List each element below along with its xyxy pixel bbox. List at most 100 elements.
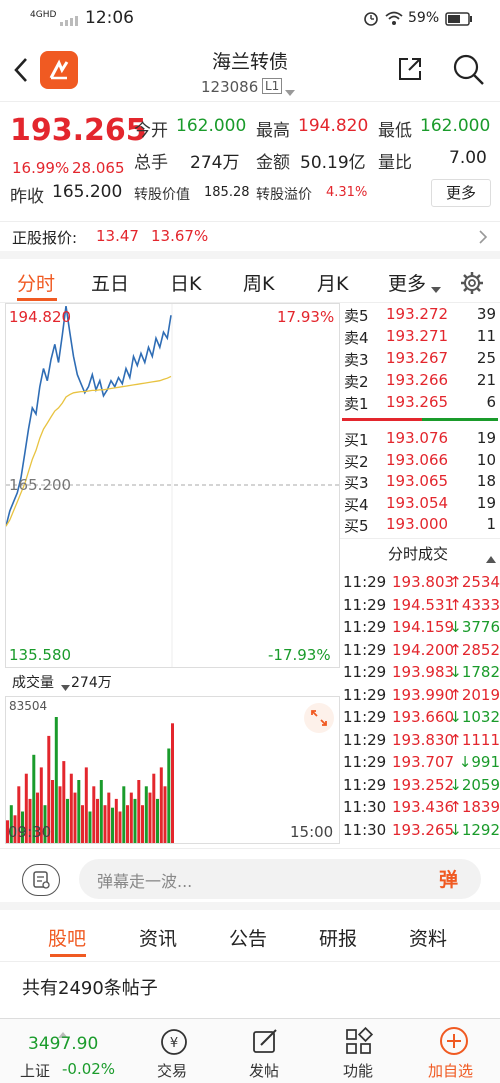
volume-bar (148, 792, 152, 843)
more-button[interactable]: 更多 (431, 179, 491, 207)
ask-qty: 6 (486, 393, 496, 411)
tick-price: 194.531 (392, 595, 455, 614)
tab-weekly-k[interactable]: 周K (243, 269, 274, 296)
volume-bar (54, 717, 58, 843)
order-book: 卖5 193.272 39 卖4 193.271 11 卖3 193.267 25 卖2 193.2… (340, 303, 500, 538)
bid-label: 买1 (344, 431, 369, 449)
volume-bar (114, 798, 118, 843)
tick-time: 11:29 (343, 595, 387, 614)
volume-bar (167, 748, 171, 843)
quote-panel: 193.265 16.99% 28.065 昨收 165.200 今开 162.… (0, 103, 500, 221)
tick-price: 193.252 (392, 775, 455, 794)
volume-total: 274万 (71, 675, 112, 691)
ask-bid-divider-green (422, 418, 498, 421)
expand-icon[interactable] (304, 703, 334, 733)
tab-daily-k[interactable]: 日K (170, 269, 201, 296)
tick-qty: ↑1839 (449, 798, 500, 816)
share-icon[interactable] (396, 55, 424, 87)
price-chart[interactable]: 194.820 17.93% 165.200 135.580 -17.93% (5, 303, 340, 668)
index-percent: -0.02% (62, 1060, 116, 1078)
chart-high-label: 194.820 (9, 308, 72, 326)
tab-underline (17, 298, 57, 301)
ask-bid-divider-red (342, 418, 422, 421)
tick-qty: ↑2852 (449, 640, 500, 659)
tab-news[interactable]: 资讯 (139, 924, 177, 951)
tick-price: 193.707 (392, 753, 455, 771)
tick-qty: ↓3776 (449, 618, 500, 636)
volume-bar (141, 805, 144, 843)
bid-label: 买4 (344, 495, 369, 514)
nav-trade[interactable]: ¥ 交易 (145, 1019, 205, 1083)
tab-monthly-k[interactable]: 月K (317, 269, 348, 296)
title-bar: 海兰转债 123086 L1 (0, 38, 500, 102)
chart-low-label: 135.580 (9, 646, 72, 664)
nav-trade-label: 交易 (157, 1062, 188, 1080)
settings-icon[interactable] (460, 271, 484, 299)
bid-label: 买5 (344, 517, 369, 535)
ask-price: 193.265 (386, 393, 449, 411)
prev-close-value: 165.200 (52, 182, 123, 202)
search-icon[interactable] (452, 53, 486, 91)
tick-qty: ↓2059 (449, 775, 500, 794)
volume-header: 成交量 274万 (5, 668, 340, 696)
volume-bar (156, 798, 159, 843)
tab-profile[interactable]: 资料 (409, 924, 447, 951)
tick-list-title[interactable]: 分时成交 (388, 543, 448, 564)
ratio-label: 量比 (378, 153, 412, 173)
volume-title[interactable]: 成交量 (12, 672, 54, 692)
bid-price: 193.000 (386, 515, 449, 533)
tick-list: 分时成交 11:29 193.803 ↑2534 11:29 194.531 ↑4333 1… (340, 538, 500, 848)
volume-bar (77, 780, 81, 843)
bid-qty: 19 (476, 493, 496, 512)
volume-chart[interactable]: 83504 (5, 696, 340, 844)
tick-time: 11:29 (343, 708, 387, 726)
nav-functions[interactable]: 功能 (330, 1019, 390, 1083)
tab-announcements[interactable]: 公告 (229, 924, 267, 951)
bid-qty: 1 (486, 515, 496, 533)
tab-five-day[interactable]: 五日 (91, 269, 129, 296)
volume-bar (159, 767, 163, 843)
volume-bar (51, 780, 54, 843)
volume-bar (66, 798, 69, 843)
volume-dropdown-icon[interactable] (61, 676, 70, 695)
change-amount: 28.065 (72, 159, 125, 177)
index-ticker[interactable]: 3497.90 上证 -0.02% (0, 1019, 128, 1083)
underlying-label: 正股报价: (12, 229, 78, 247)
chart-mid-label: 165.200 (9, 476, 72, 494)
nav-post[interactable]: 发帖 (235, 1019, 295, 1083)
volume-bar (73, 792, 77, 843)
bid-label: 买2 (344, 452, 369, 471)
volume-bar (163, 786, 167, 843)
high-value: 194.820 (298, 116, 369, 136)
danmu-send-button[interactable]: 弹 (439, 865, 458, 892)
level-badge[interactable]: L1 (262, 78, 283, 94)
level-dropdown-icon[interactable] (284, 82, 296, 101)
low-value: 162.000 (420, 116, 491, 136)
chart-tabs: 分时 五日 日K 周K 月K 更多 (0, 251, 500, 303)
tick-time: 11:29 (343, 640, 387, 659)
time-start-label: 09:30 (8, 823, 52, 841)
nav-add-watchlist[interactable]: 加自选 (420, 1019, 490, 1083)
tick-qty: ↓991 (458, 753, 500, 771)
tab-forum[interactable]: 股吧 (48, 924, 86, 951)
svg-text:¥: ¥ (170, 1036, 178, 1051)
prev-close-label: 昨收 (10, 187, 44, 207)
danmu-input[interactable]: 弹幕走一波... 弹 (79, 859, 481, 899)
collapse-icon[interactable] (486, 548, 496, 567)
wifi-icon (384, 10, 404, 30)
tab-more-dropdown-icon[interactable] (431, 279, 441, 298)
chart-high-percent: 17.93% (277, 308, 335, 326)
volume-bar (99, 780, 103, 843)
underlying-stock-row[interactable]: 正股报价: 13.47 13.67% (0, 221, 500, 251)
time-end-label: 15:00 (290, 823, 334, 841)
tick-price: 193.983 (392, 663, 455, 681)
tick-qty: ↓1292 (449, 820, 500, 839)
network-indicator: 4GHD (30, 10, 57, 20)
tab-more[interactable]: 更多 (388, 269, 426, 296)
posts-summary: 共有2490条帖子 (0, 962, 500, 1018)
underlying-price: 13.47 (96, 227, 139, 245)
tab-intraday[interactable]: 分时 (17, 269, 55, 296)
danmu-toggle-icon[interactable] (22, 864, 60, 896)
tab-research[interactable]: 研报 (319, 924, 357, 951)
high-label: 最高 (256, 121, 290, 141)
